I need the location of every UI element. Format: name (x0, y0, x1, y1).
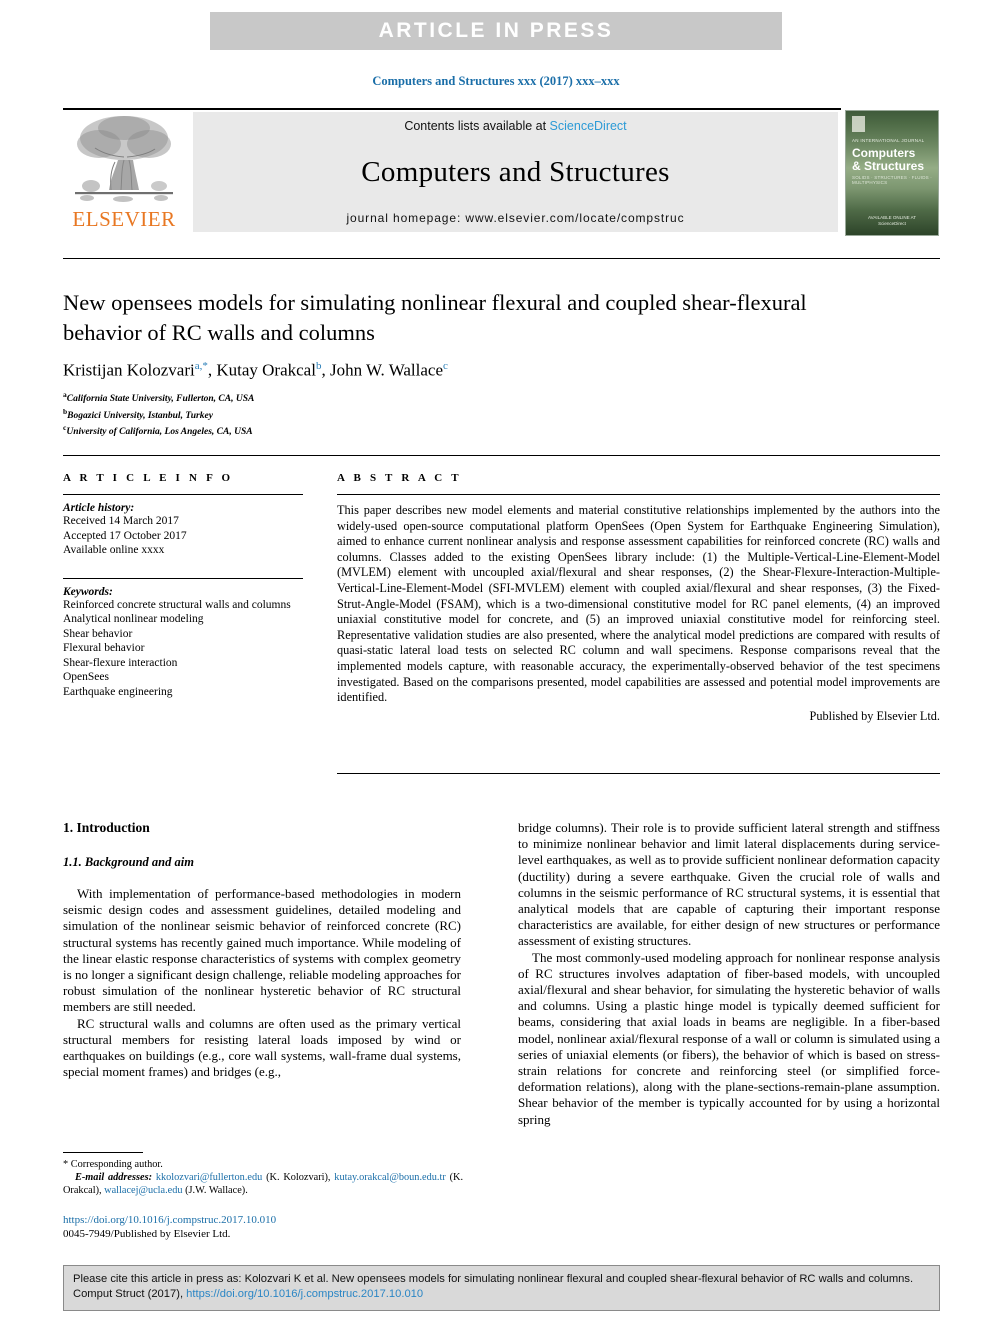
email-addresses-label: E-mail addresses: (75, 1172, 153, 1183)
article-info-heading: A R T I C L E I N F O (63, 472, 234, 484)
body-column-left: 1. Introduction 1.1. Background and aim … (63, 820, 461, 1080)
contents-lists-prefix: Contents lists available at (404, 119, 550, 133)
corresponding-author-text: Corresponding author. (70, 1159, 163, 1170)
abstract-publisher-note: Published by Elsevier Ltd. (809, 708, 940, 723)
email-link-2[interactable]: kutay.orakcal@boun.edu.tr (334, 1172, 445, 1183)
article-history-label: Article history: (63, 502, 135, 514)
running-head: Computers and Structures xxx (2017) xxx–… (372, 74, 620, 88)
abstract-column: A B S T R A C T This paper describes new… (337, 472, 940, 724)
affiliation-text-b: Bogazici University, Istanbul, Turkey (67, 410, 213, 421)
email-link-3[interactable]: wallacej@ucla.edu (104, 1185, 182, 1196)
email-link-1[interactable]: kkolozvari@fullerton.edu (156, 1172, 262, 1183)
affiliation-text-c: University of California, Los Angeles, C… (66, 427, 253, 438)
section-heading-introduction: 1. Introduction (63, 820, 150, 835)
page-title: New opensees models for simulating nonli… (63, 290, 807, 345)
doi-and-issn-block: https://doi.org/10.1016/j.compstruc.2017… (63, 1214, 463, 1241)
paragraph: The most commonly-used modeling approach… (518, 949, 940, 1127)
body-column-right: bridge columns). Their role is to provid… (518, 820, 940, 1128)
author-mark-3: c (443, 360, 448, 372)
article-history-received: Received 14 March 2017 (63, 515, 179, 527)
author-name-2[interactable]: Kutay Orakcal (216, 361, 316, 380)
affiliation-item: cUniversity of California, Los Angeles, … (63, 422, 563, 439)
article-in-press-label: ARTICLE IN PRESS (378, 19, 614, 42)
issn-line: 0045-7949/Published by Elsevier Ltd. (63, 1227, 231, 1240)
cover-emblem-icon (852, 116, 865, 132)
author-name-1[interactable]: Kristijan Kolozvari (63, 361, 195, 380)
affiliation-item: aCalifornia State University, Fullerton,… (63, 389, 563, 406)
cover-superline: AN INTERNATIONAL JOURNAL (852, 138, 925, 143)
elsevier-tree-icon (75, 116, 173, 202)
cover-title-line2: & Structures (852, 159, 925, 173)
title-separator-rule (63, 258, 940, 259)
paragraph: With implementation of performance-based… (63, 886, 461, 1015)
doi-link[interactable]: https://doi.org/10.1016/j.compstruc.2017… (63, 1214, 463, 1228)
abstract-bottom-rule (337, 773, 940, 774)
email-addresses-line: E-mail addresses: kkolozvari@fullerton.e… (63, 1172, 464, 1196)
article-page: ARTICLE IN PRESS Computers and Structure… (0, 0, 992, 1323)
elsevier-logo: ELSEVIER (63, 112, 185, 232)
keyword-item: Shear-flexure interaction (63, 656, 178, 669)
footnote-block: * Corresponding author. E-mail addresses… (63, 1158, 463, 1197)
abstract-body: This paper describes new model elements … (337, 503, 940, 705)
corresponding-author-note: * Corresponding author. (63, 1158, 463, 1171)
cover-footer-line2: ScienceDirect (878, 221, 906, 226)
cover-footer: AVAILABLE ONLINE AT ScienceDirect (846, 215, 938, 227)
keywords-rule (63, 577, 303, 579)
abstract-heading: A B S T R A C T (337, 472, 462, 484)
article-info-rule (63, 494, 303, 495)
keyword-item: Flexural behavior (63, 642, 145, 654)
article-history-accepted: Accepted 17 October 2017 (63, 529, 187, 542)
author-mark-1: a,* (194, 360, 208, 372)
info-separator-rule (63, 455, 940, 456)
journal-header: ELSEVIER Contents lists available at Sci… (63, 110, 940, 236)
footnote-rule (63, 1152, 143, 1153)
citation-text: Please cite this article in press as: Ko… (73, 1272, 930, 1302)
keyword-item: Reinforced concrete structural walls and… (63, 598, 291, 611)
author-list: Kristijan Kolozvaria,*, Kutay Orakcalb, … (63, 360, 448, 380)
paragraph: bridge columns). Their role is to provid… (518, 820, 940, 949)
journal-header-band: Contents lists available at ScienceDirec… (193, 112, 838, 232)
author-mark-2: b (315, 360, 322, 372)
affiliation-text-a: California State University, Fullerton, … (66, 394, 255, 405)
article-info-column: A R T I C L E I N F O Article history: R… (63, 472, 303, 699)
keywords-label: Keywords: (63, 585, 113, 598)
cover-title: Computers & Structures (852, 147, 924, 173)
article-history-online: Available online xxxx (63, 544, 165, 556)
sciencedirect-link[interactable]: ScienceDirect (550, 119, 627, 133)
journal-title: Computers and Structures (361, 155, 670, 188)
elsevier-wordmark: ELSEVIER (72, 207, 176, 231)
journal-cover-thumbnail: AN INTERNATIONAL JOURNAL Computers & Str… (845, 110, 939, 236)
journal-homepage-link[interactable]: journal homepage: www.elsevier.com/locat… (346, 211, 684, 225)
contents-lists-line: Contents lists available at ScienceDirec… (404, 119, 626, 133)
article-in-press-banner: ARTICLE IN PRESS (210, 12, 782, 50)
author-name-3[interactable]: John W. Wallace (330, 361, 443, 380)
keyword-item: OpenSees (63, 671, 109, 683)
paragraph: RC structural walls and columns are ofte… (63, 1015, 461, 1080)
asterisk-icon: * (63, 1159, 69, 1170)
keyword-item: Earthquake engineering (63, 685, 173, 698)
email-owner-1: (K. Kolozvari) (266, 1172, 328, 1183)
citation-box: Please cite this article in press as: Ko… (63, 1265, 940, 1311)
affiliation-item: bBogazici University, Istanbul, Turkey (63, 406, 563, 423)
affiliation-list: aCalifornia State University, Fullerton,… (63, 389, 563, 439)
citation-doi-link[interactable]: https://doi.org/10.1016/j.compstruc.2017… (186, 1288, 423, 1300)
keyword-item: Analytical nonlinear modeling (63, 613, 204, 625)
email-owner-3: (J.W. Wallace) (185, 1185, 246, 1196)
abstract-rule (337, 494, 940, 495)
subsection-heading-background: 1.1. Background and aim (63, 855, 194, 869)
keyword-item: Shear behavior (63, 627, 133, 640)
cover-subtitle: SOLIDS · STRUCTURES · FLUIDS · MULTIPHYS… (852, 175, 933, 185)
